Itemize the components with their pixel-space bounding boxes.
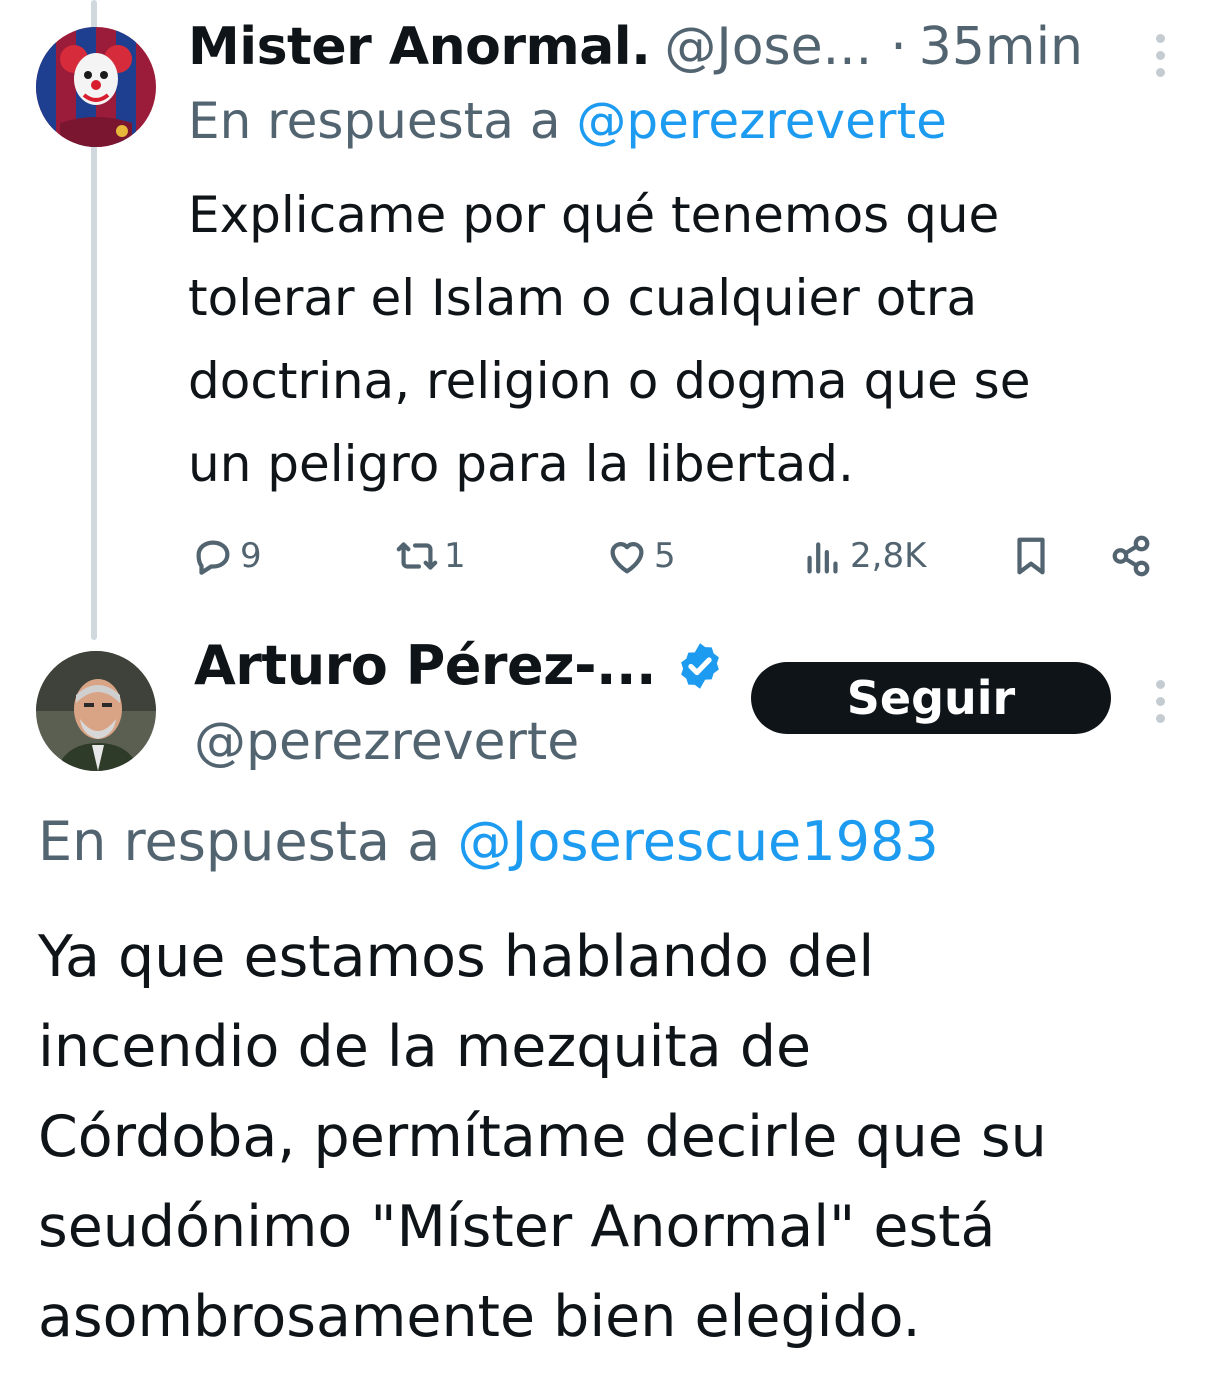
- reply-context: En respuesta a @Joserescue1983: [38, 810, 939, 873]
- bookmark-button[interactable]: [1008, 524, 1054, 588]
- tweet-text: Ya que estamos hablando del incendio de …: [38, 924, 1047, 1350]
- retweet-count: 1: [444, 536, 466, 576]
- reply-button[interactable]: 9: [190, 524, 262, 588]
- reply-to-link[interactable]: @Joserescue1983: [457, 810, 938, 873]
- views-icon: [807, 542, 838, 574]
- retweet-icon: [396, 542, 438, 570]
- tweet-text: Explicame por qué tenemos que tolerar el…: [188, 186, 1031, 493]
- author-handle[interactable]: @perezreverte: [194, 712, 579, 772]
- separator-dot: ·: [890, 17, 907, 77]
- tweet-actions: 9 1 5 2,8K: [0, 524, 1220, 588]
- tweet-time[interactable]: 35min: [919, 17, 1083, 77]
- views-count: 2,8K: [850, 536, 927, 576]
- tweet-header: Arturo Pérez-...: [194, 634, 726, 697]
- tweet-header: Mister Anormal. @Jose... · 35min: [188, 14, 1083, 80]
- share-button[interactable]: [1108, 524, 1154, 588]
- reply-prefix: En respuesta a: [188, 92, 561, 150]
- author-name[interactable]: Arturo Pérez-...: [194, 634, 657, 697]
- reply-context: En respuesta a @perezreverte: [188, 92, 947, 150]
- author-handle[interactable]: @Jose...: [664, 17, 872, 77]
- bookmark-icon: [1017, 537, 1045, 575]
- more-icon[interactable]: [1153, 680, 1167, 723]
- reply-to-link[interactable]: @perezreverte: [576, 92, 946, 150]
- views-button[interactable]: 2,8K: [800, 524, 926, 588]
- reply-count: 9: [240, 536, 262, 576]
- reply-prefix: En respuesta a: [38, 810, 441, 873]
- like-icon: [610, 542, 644, 574]
- avatar-mister-anormal[interactable]: [36, 27, 156, 147]
- retweet-button[interactable]: 1: [394, 524, 466, 588]
- follow-button[interactable]: Seguir: [751, 662, 1111, 734]
- author-name[interactable]: Mister Anormal.: [188, 17, 651, 77]
- more-icon[interactable]: [1153, 34, 1167, 77]
- verified-badge-icon: [681, 642, 719, 689]
- like-count: 5: [654, 536, 676, 576]
- avatar-arturo-perez-reverte[interactable]: [36, 651, 156, 771]
- reply-icon: [196, 540, 230, 575]
- like-button[interactable]: 5: [604, 524, 676, 588]
- share-icon: [1112, 535, 1150, 577]
